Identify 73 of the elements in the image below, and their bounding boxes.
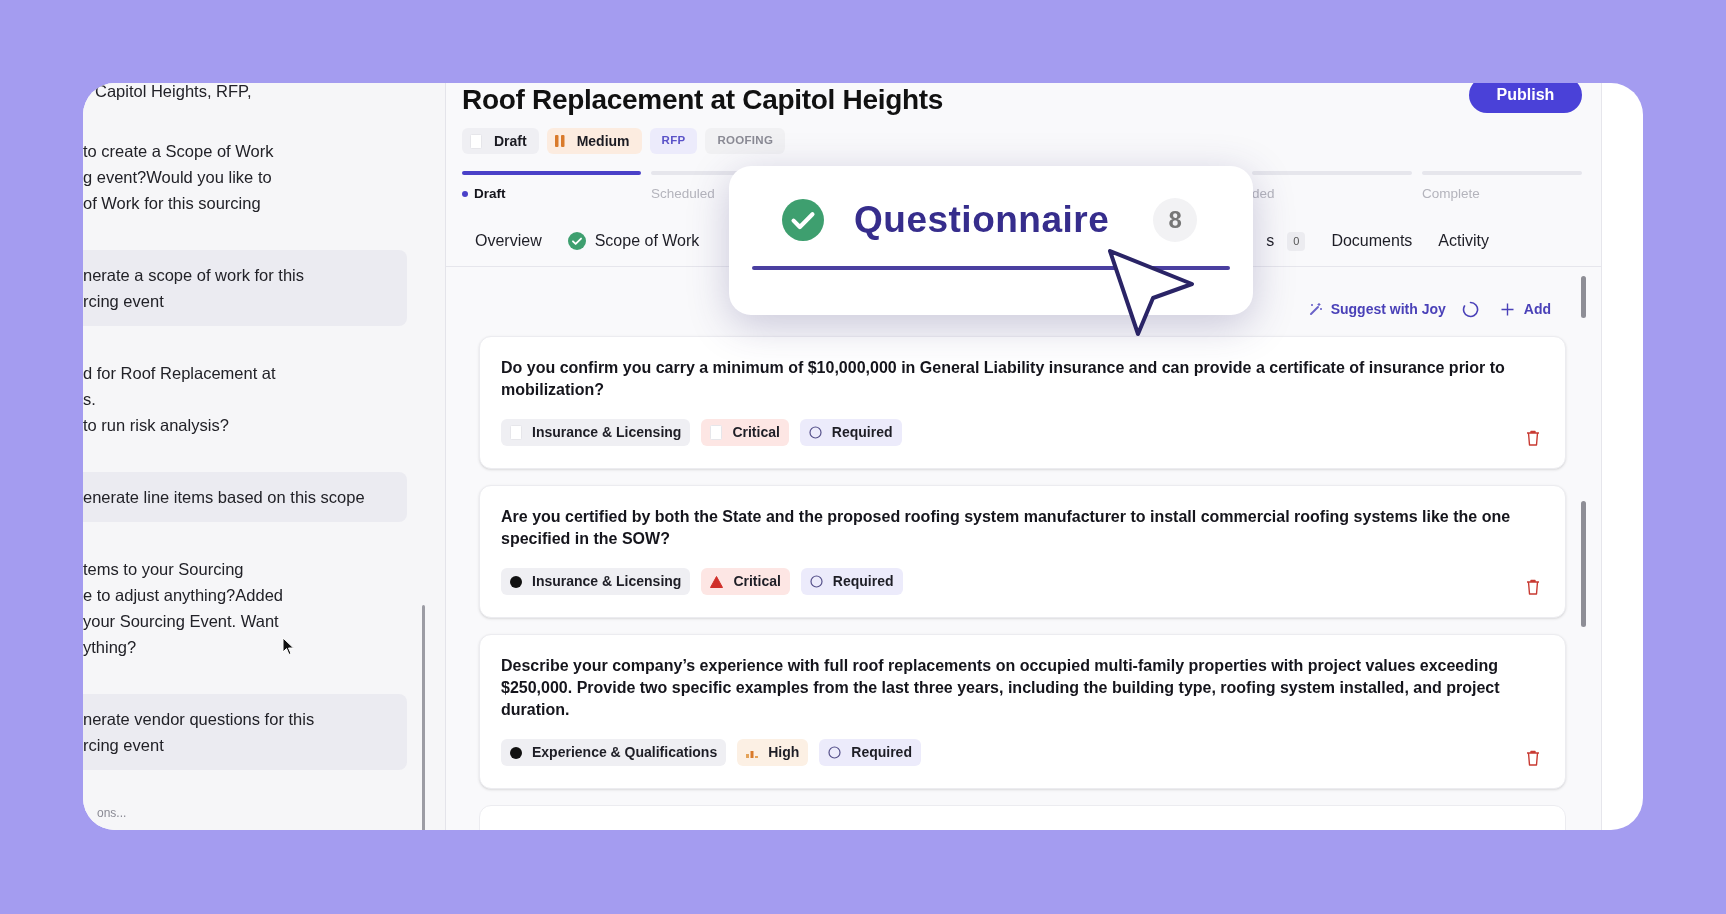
dot-icon	[510, 575, 522, 588]
tag: Insurance & Licensing	[501, 568, 691, 596]
count-badge: 0	[1287, 232, 1306, 251]
tab[interactable]: s 0	[1266, 226, 1306, 257]
message-line: to create a Scope of Work	[83, 141, 274, 162]
dot-icon	[510, 746, 522, 759]
message-line: to run risk analysis?	[83, 415, 229, 436]
message-line: nerate vendor questions for this	[83, 709, 315, 730]
tag: Draft	[462, 128, 539, 154]
delete-button[interactable]	[1526, 429, 1540, 446]
add-button[interactable]: Add	[1500, 299, 1551, 321]
stage-label: Complete	[1422, 185, 1481, 203]
message-line: e to adjust anything?Added	[83, 585, 283, 606]
trash-icon	[1526, 578, 1540, 595]
message-line: your Sourcing Event. Want	[83, 611, 279, 632]
tag: Required	[799, 419, 902, 447]
tag: Insurance & Licensing	[501, 419, 691, 447]
message-line: nerate a scope of work for this	[83, 265, 305, 286]
tag: Required	[800, 568, 903, 596]
blank-square-icon	[510, 425, 522, 441]
message-line: rcing event	[83, 735, 164, 756]
delete-button[interactable]	[1526, 578, 1540, 595]
scrollbar[interactable]	[1581, 501, 1586, 627]
suggest-button[interactable]: Suggest with Joy	[1307, 299, 1479, 321]
tab[interactable]: Overview	[475, 226, 542, 257]
stage-label: Scheduled	[651, 185, 716, 203]
spinner-icon	[1461, 301, 1479, 319]
trash-icon	[1526, 749, 1540, 766]
tab-label: Questionnaire	[854, 198, 1110, 242]
tab[interactable]: Scope of Work	[567, 226, 700, 257]
status-text: ons...	[97, 805, 127, 822]
tab[interactable]: Activity	[1438, 226, 1489, 257]
scrollbar[interactable]	[422, 605, 425, 830]
blank-square-icon	[710, 425, 723, 441]
publish-button[interactable]: Publish	[1469, 83, 1582, 113]
tag: Experience & Qualifications	[501, 739, 727, 767]
message-line: Capitol Heights, RFP,	[95, 83, 252, 102]
tag: Critical	[701, 568, 790, 596]
delete-button[interactable]	[1526, 749, 1540, 766]
dot-icon	[462, 191, 468, 198]
message-line: g event?Would you like to	[83, 167, 272, 188]
scrollbar[interactable]	[1581, 276, 1586, 318]
mouse-pointer-icon	[282, 637, 295, 656]
message-line: ything?	[83, 637, 137, 658]
page-title: Roof Replacement at Capitol Heights	[462, 83, 944, 117]
tag: ROOFING	[705, 128, 786, 154]
trash-icon	[1526, 429, 1540, 446]
message-line: of Work for this sourcing	[83, 193, 261, 214]
question-text: Do you confirm you carry a minimum of $10,000,000 in General Liability insurance and can provide a certificate of insurance prior to mobilization?	[501, 358, 1506, 401]
question-text: Describe your company’s experience with full roof replacements on occupied multi-family properties with project values exceeding $250,000. Provide two specific examples from the last three years, including the building type, roofing system installed, and project duration.	[501, 656, 1501, 721]
stage-label: ded	[1252, 185, 1276, 203]
tag: High	[737, 739, 809, 767]
tab[interactable]: Documents	[1331, 226, 1413, 257]
triangle-icon	[710, 575, 724, 588]
message-line: s.	[83, 389, 96, 410]
magic-wand-icon	[1307, 302, 1323, 318]
message-line: rcing event	[83, 291, 164, 312]
message-line: tems to your Sourcing	[83, 559, 244, 580]
message-line: d for Roof Replacement at	[83, 363, 276, 384]
tag: Critical	[701, 419, 789, 447]
stage-label: Draft	[462, 184, 641, 205]
tag: Medium	[546, 128, 642, 154]
blank-square-icon	[470, 133, 482, 149]
message-line: enerate line items based on this scope	[83, 487, 365, 508]
tag: Required	[819, 739, 921, 767]
circle-icon	[809, 575, 823, 589]
count-badge: 8	[1153, 197, 1198, 242]
tag: RFP	[649, 128, 698, 154]
circle-icon	[828, 746, 842, 760]
question-text: Are you certified by both the State and the proposed roofing system manufacturer to install commercial roofing systems like the one specified in the SOW?	[501, 507, 1512, 550]
pause-icon	[554, 135, 565, 147]
circle-icon	[808, 426, 822, 440]
plus-icon	[1500, 303, 1514, 317]
